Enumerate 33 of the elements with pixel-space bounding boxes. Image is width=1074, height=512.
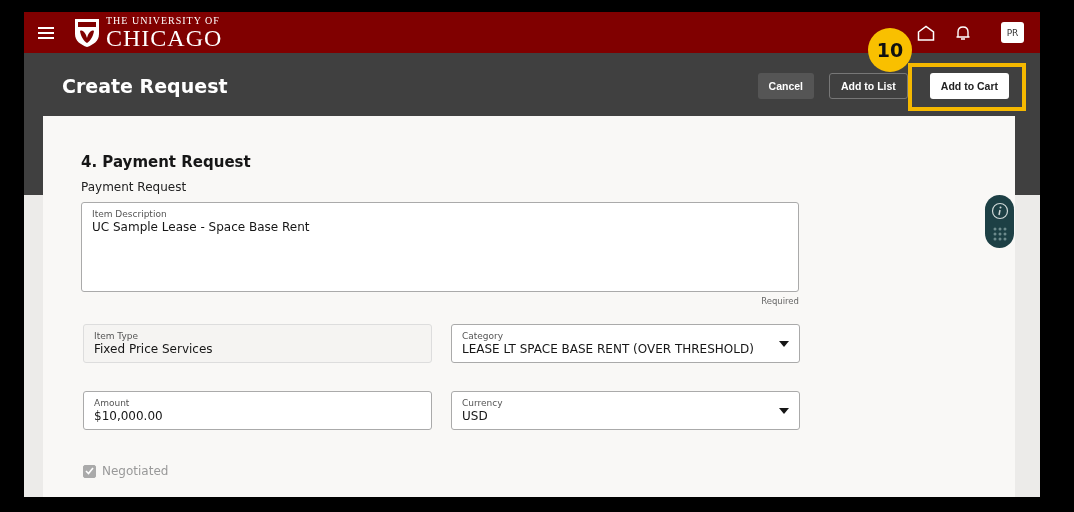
field-value: Fixed Price Services [94, 342, 214, 356]
field-value: $10,000.00 [94, 409, 164, 423]
logo-text: CHICAGO [106, 25, 223, 50]
logo-text: THE UNIVERSITY OF [106, 15, 221, 26]
page-title: Create Request [62, 75, 228, 97]
field-label: Currency [462, 398, 504, 408]
select-field[interactable]: Category LEASE LT SPACE BASE RENT (OVER THRESHOLD) [451, 324, 800, 363]
dropdown-caret-icon [779, 340, 789, 347]
field-value: USD [462, 409, 489, 423]
checkbox-label: Negotiated [102, 464, 169, 478]
required-hint: Required [760, 296, 799, 306]
field-label: Category [462, 331, 505, 341]
home-icon[interactable] [917, 24, 935, 41]
description-field[interactable]: Item Description UC Sample Lease - Space Base Rent [81, 202, 799, 292]
field-label: Item Description [92, 209, 168, 219]
menu-icon[interactable] [38, 26, 54, 39]
toolbar-button[interactable]: Cancel [757, 73, 814, 99]
section-heading: 4. Payment Request [81, 153, 252, 171]
input-field[interactable]: Amount $10,000.00 [83, 391, 432, 430]
primary-button[interactable]: Add to Cart [929, 73, 1009, 99]
info-icon [990, 202, 1009, 221]
field-label: Amount [94, 398, 131, 408]
notification-bell-icon[interactable] [955, 24, 971, 41]
dropdown-caret-icon [779, 407, 789, 414]
user-avatar[interactable]: PR [1001, 22, 1024, 43]
apps-grid-icon [992, 226, 1007, 241]
field-value: UC Sample Lease - Space Base Rent [92, 220, 311, 234]
select-field[interactable]: Currency USD [451, 391, 800, 430]
shield-icon [74, 17, 100, 48]
field-label: Item Type [94, 331, 140, 341]
field-value: LEASE LT SPACE BASE RENT (OVER THRESHOLD) [462, 342, 755, 356]
toolbar-button[interactable]: Add to List [829, 73, 908, 99]
section-subheading: Payment Request [81, 180, 188, 194]
